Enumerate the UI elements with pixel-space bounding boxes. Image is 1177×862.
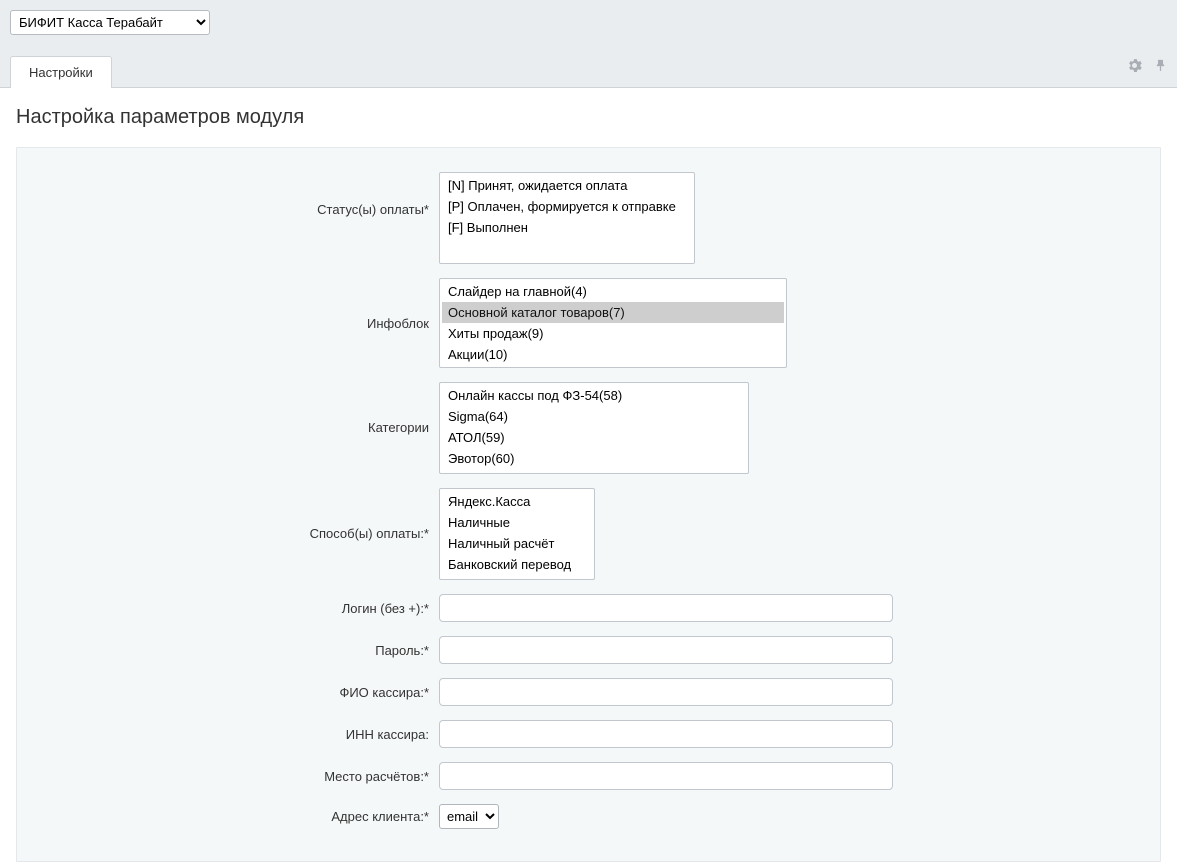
label-payment: Способ(ы) оплаты:* [29, 488, 439, 541]
row-cashier-name: ФИО кассира:* [29, 678, 1148, 706]
status-select[interactable]: [N] Принят, ожидается оплата[P] Оплачен,… [439, 172, 695, 264]
row-place: Место расчётов:* [29, 762, 1148, 790]
top-bar: БИФИТ Касса Терабайт Настройки [0, 0, 1177, 88]
label-place: Место расчётов:* [29, 769, 439, 784]
row-status: Статус(ы) оплаты* [N] Принят, ожидается … [29, 172, 1148, 264]
label-cashier-inn: ИНН кассира: [29, 727, 439, 742]
infoblock-select[interactable]: Слайдер на главной(4)Основной каталог то… [439, 278, 787, 368]
categories-select[interactable]: Онлайн кассы под ФЗ-54(58)Sigma(64)АТОЛ(… [439, 382, 749, 474]
row-login: Логин (без +):* [29, 594, 1148, 622]
label-cashier-name: ФИО кассира:* [29, 685, 439, 700]
page-content: Настройка параметров модуля Статус(ы) оп… [0, 88, 1177, 862]
cashier-name-input[interactable] [439, 678, 893, 706]
form-wrap: Статус(ы) оплаты* [N] Принят, ожидается … [16, 147, 1161, 862]
row-payment: Способ(ы) оплаты:* Яндекс.КассаНаличныеН… [29, 488, 1148, 580]
tab-settings[interactable]: Настройки [10, 56, 112, 88]
toolbar-icons [1125, 56, 1169, 74]
label-status: Статус(ы) оплаты* [29, 172, 439, 217]
label-password: Пароль:* [29, 643, 439, 658]
client-address-select[interactable]: email [439, 804, 499, 829]
label-categories: Категории [29, 382, 439, 435]
cashier-inn-input[interactable] [439, 720, 893, 748]
row-password: Пароль:* [29, 636, 1148, 664]
row-categories: Категории Онлайн кассы под ФЗ-54(58)Sigm… [29, 382, 1148, 474]
payment-select[interactable]: Яндекс.КассаНаличныеНаличный расчётБанко… [439, 488, 595, 580]
pin-icon[interactable] [1151, 56, 1169, 74]
gear-icon[interactable] [1125, 56, 1143, 74]
row-client-address: Адрес клиента:* email [29, 804, 1148, 829]
row-infoblock: Инфоблок Слайдер на главной(4)Основной к… [29, 278, 1148, 368]
label-infoblock: Инфоблок [29, 278, 439, 331]
login-input[interactable] [439, 594, 893, 622]
label-client-address: Адрес клиента:* [29, 809, 439, 824]
password-input[interactable] [439, 636, 893, 664]
label-login: Логин (без +):* [29, 601, 439, 616]
place-input[interactable] [439, 762, 893, 790]
tab-label: Настройки [29, 65, 93, 80]
tabs-row: Настройки [10, 55, 1167, 87]
page-title: Настройка параметров модуля [16, 106, 1175, 129]
row-cashier-inn: ИНН кассира: [29, 720, 1148, 748]
module-select[interactable]: БИФИТ Касса Терабайт [10, 10, 210, 35]
